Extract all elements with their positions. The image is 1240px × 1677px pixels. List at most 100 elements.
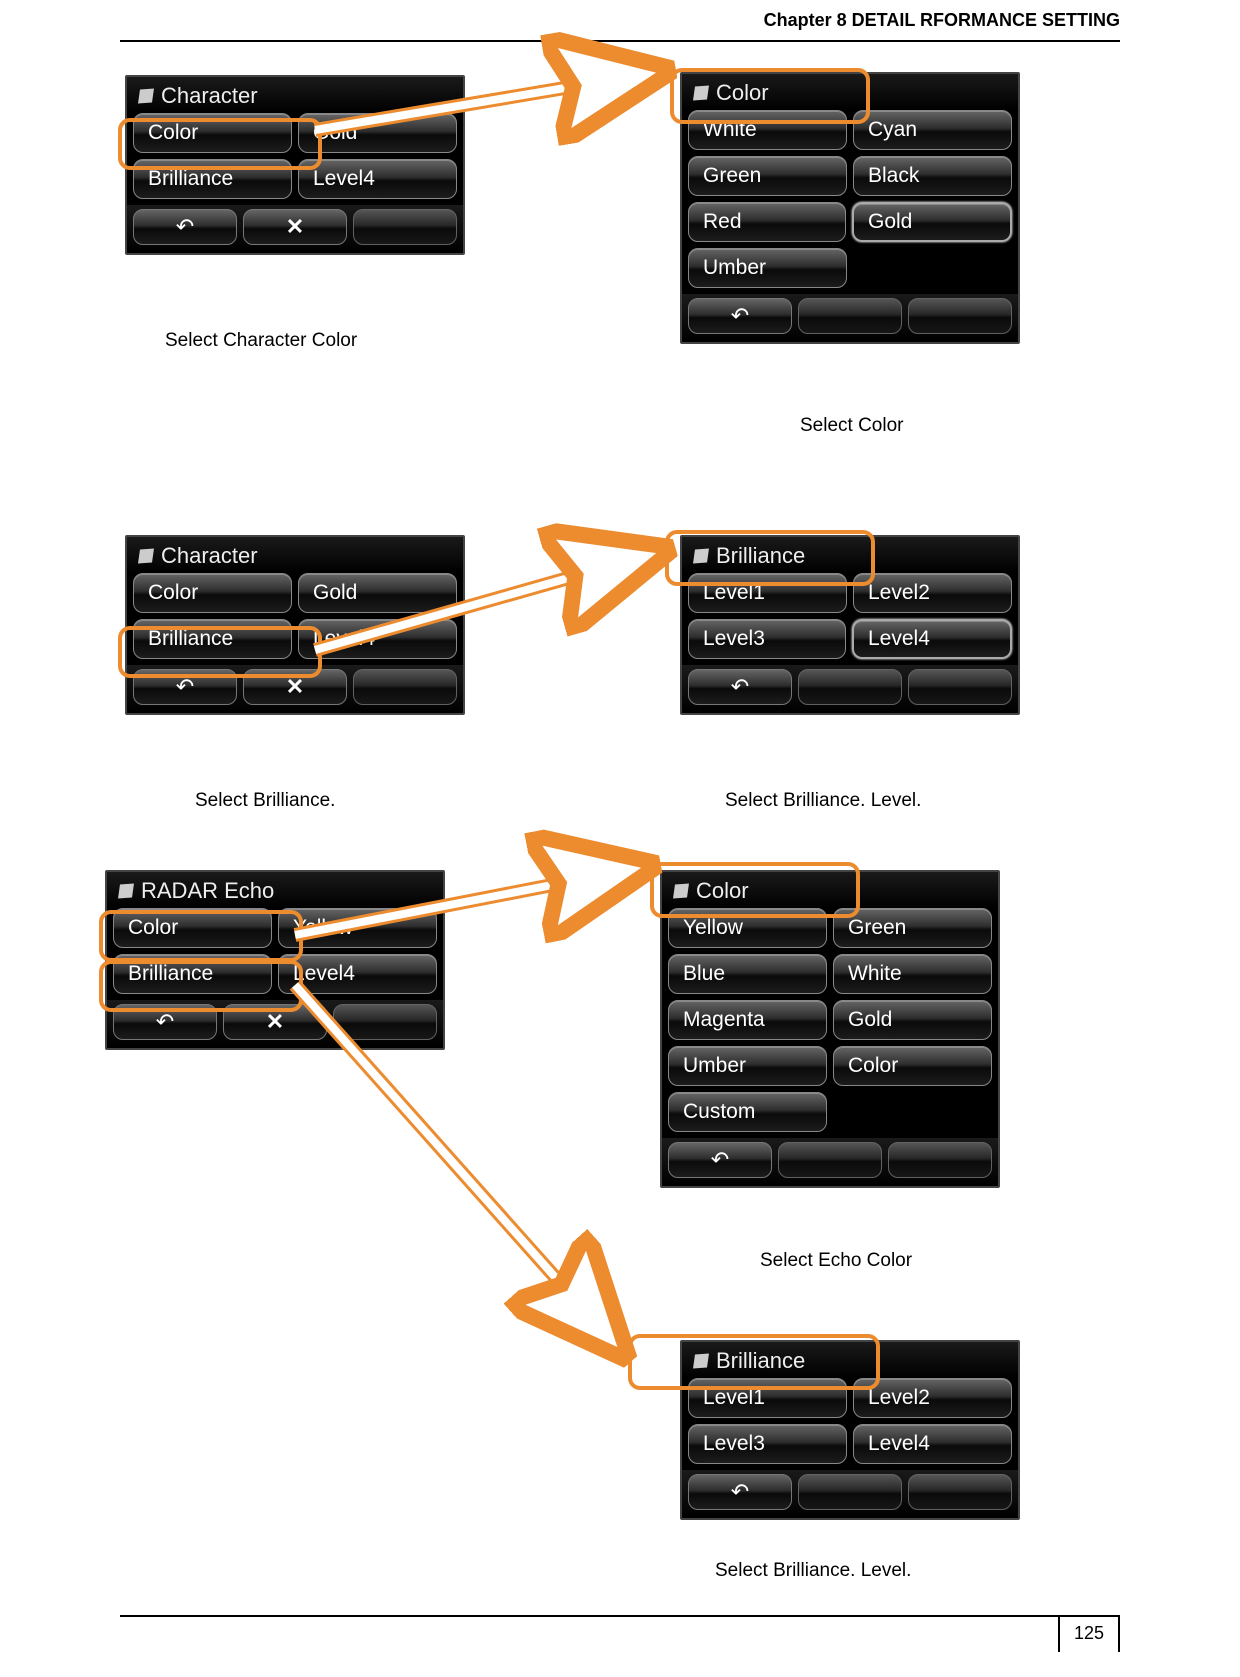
nav-row: ↶ xyxy=(662,1138,998,1186)
brilliance-level1[interactable]: Level1 xyxy=(688,1378,847,1418)
panel-color-2: Color Yellow Green Blue White Magenta Go… xyxy=(660,870,1000,1188)
color-option-cyan[interactable]: Cyan xyxy=(853,110,1012,150)
back-button[interactable]: ↶ xyxy=(688,298,792,334)
menu-value-gold[interactable]: Gold xyxy=(298,573,457,613)
back-button[interactable]: ↶ xyxy=(113,1004,217,1040)
caption: Select Color xyxy=(800,415,904,437)
menu-item-color[interactable]: Color xyxy=(133,573,292,613)
menu-value-level4[interactable]: Level4 xyxy=(278,954,437,994)
menu-value-level4[interactable]: Level4 xyxy=(298,159,457,199)
panel-title: Color xyxy=(682,74,1018,110)
panel-title: Color xyxy=(662,872,998,908)
close-button[interactable]: ✕ xyxy=(223,1004,327,1040)
menu-value-gold[interactable]: Gold xyxy=(298,113,457,153)
menu-value-level4[interactable]: Level4 xyxy=(298,619,457,659)
panel-brilliance-2: Brilliance Level1 Level2 Level3 Level4 ↶ xyxy=(680,1340,1020,1520)
nav-empty xyxy=(908,298,1012,334)
caption: Select Brilliance. Level. xyxy=(715,1560,911,1582)
nav-row: ↶ ✕ xyxy=(127,205,463,253)
nav-empty xyxy=(353,209,457,245)
nav-empty xyxy=(798,1474,902,1510)
close-icon: ✕ xyxy=(286,674,304,700)
menu-item-color[interactable]: Color xyxy=(133,113,292,153)
brilliance-level2[interactable]: Level2 xyxy=(853,1378,1012,1418)
color-option-umber[interactable]: Umber xyxy=(668,1046,827,1086)
nav-empty xyxy=(778,1142,882,1178)
color-option-magenta[interactable]: Magenta xyxy=(668,1000,827,1040)
panel-title-text: Color xyxy=(696,878,749,904)
back-icon: ↶ xyxy=(711,1147,729,1173)
panel-title-text: RADAR Echo xyxy=(141,878,274,904)
color-option-yellow[interactable]: Yellow xyxy=(668,908,827,948)
flag-icon xyxy=(693,549,709,564)
nav-row: ↶ ✕ xyxy=(107,1000,443,1048)
panel-title: Character xyxy=(127,77,463,113)
back-icon: ↶ xyxy=(731,303,749,329)
panel-title: Brilliance xyxy=(682,537,1018,573)
nav-row: ↶ xyxy=(682,294,1018,342)
flag-icon xyxy=(693,1354,709,1369)
flag-icon xyxy=(118,884,134,899)
caption: Select Echo Color xyxy=(760,1250,912,1272)
brilliance-level4[interactable]: Level4 xyxy=(852,619,1012,659)
header-rule xyxy=(120,40,1120,42)
caption: Select Brilliance. Level. xyxy=(725,790,921,812)
back-button[interactable]: ↶ xyxy=(688,1474,792,1510)
close-icon: ✕ xyxy=(286,214,304,240)
color-option-gold[interactable]: Gold xyxy=(833,1000,992,1040)
back-button[interactable]: ↶ xyxy=(668,1142,772,1178)
caption: Select Character Color xyxy=(165,330,357,352)
color-option-umber[interactable]: Umber xyxy=(688,248,847,288)
nav-row: ↶ xyxy=(682,1470,1018,1518)
panel-title: Brilliance xyxy=(682,1342,1018,1378)
panel-character-1: Character Color Gold Brilliance Level4 ↶… xyxy=(125,75,465,255)
color-option-green[interactable]: Green xyxy=(688,156,847,196)
back-icon: ↶ xyxy=(176,214,194,240)
panel-title-text: Brilliance xyxy=(716,543,805,569)
back-button[interactable]: ↶ xyxy=(133,669,237,705)
color-option-gold[interactable]: Gold xyxy=(852,202,1012,242)
nav-empty xyxy=(353,669,457,705)
color-option-green[interactable]: Green xyxy=(833,908,992,948)
nav-empty xyxy=(888,1142,992,1178)
panel-brilliance-1: Brilliance Level1 Level2 Level3 Level4 ↶ xyxy=(680,535,1020,715)
brilliance-level4[interactable]: Level4 xyxy=(853,1424,1012,1464)
page-number: 125 xyxy=(1058,1615,1120,1652)
page-header: Chapter 8 DETAIL RFORMANCE SETTING xyxy=(764,10,1120,31)
color-option-red[interactable]: Red xyxy=(688,202,846,242)
menu-item-brilliance[interactable]: Brilliance xyxy=(133,619,292,659)
brilliance-level3[interactable]: Level3 xyxy=(688,619,846,659)
footer-rule xyxy=(120,1615,1120,1617)
nav-row: ↶ xyxy=(682,665,1018,713)
nav-row: ↶ ✕ xyxy=(127,665,463,713)
brilliance-level2[interactable]: Level2 xyxy=(853,573,1012,613)
color-option-black[interactable]: Black xyxy=(853,156,1012,196)
brilliance-level1[interactable]: Level1 xyxy=(688,573,847,613)
close-button[interactable]: ✕ xyxy=(243,669,347,705)
menu-item-brilliance[interactable]: Brilliance xyxy=(133,159,292,199)
caption: Select Brilliance. xyxy=(195,790,335,812)
close-button[interactable]: ✕ xyxy=(243,209,347,245)
panel-title-text: Brilliance xyxy=(716,1348,805,1374)
back-icon: ↶ xyxy=(731,1479,749,1505)
color-option-white[interactable]: White xyxy=(688,110,847,150)
panel-radar-echo: RADAR Echo Color Yellow Brilliance Level… xyxy=(105,870,445,1050)
nav-empty xyxy=(798,669,902,705)
color-option-custom[interactable]: Custom xyxy=(668,1092,827,1132)
color-option-color[interactable]: Color xyxy=(833,1046,992,1086)
flag-icon xyxy=(138,89,154,104)
flag-icon xyxy=(673,884,689,899)
menu-item-color[interactable]: Color xyxy=(113,908,272,948)
back-icon: ↶ xyxy=(176,674,194,700)
back-button[interactable]: ↶ xyxy=(688,669,792,705)
panel-color-1: Color White Cyan Green Black Red Gold Um… xyxy=(680,72,1020,344)
back-button[interactable]: ↶ xyxy=(133,209,237,245)
brilliance-level3[interactable]: Level3 xyxy=(688,1424,847,1464)
color-option-blue[interactable]: Blue xyxy=(668,954,827,994)
menu-value-yellow[interactable]: Yellow xyxy=(278,908,437,948)
menu-item-brilliance[interactable]: Brilliance xyxy=(113,954,272,994)
color-option-white[interactable]: White xyxy=(833,954,992,994)
nav-empty xyxy=(908,1474,1012,1510)
close-icon: ✕ xyxy=(266,1009,284,1035)
panel-title-text: Character xyxy=(161,543,258,569)
